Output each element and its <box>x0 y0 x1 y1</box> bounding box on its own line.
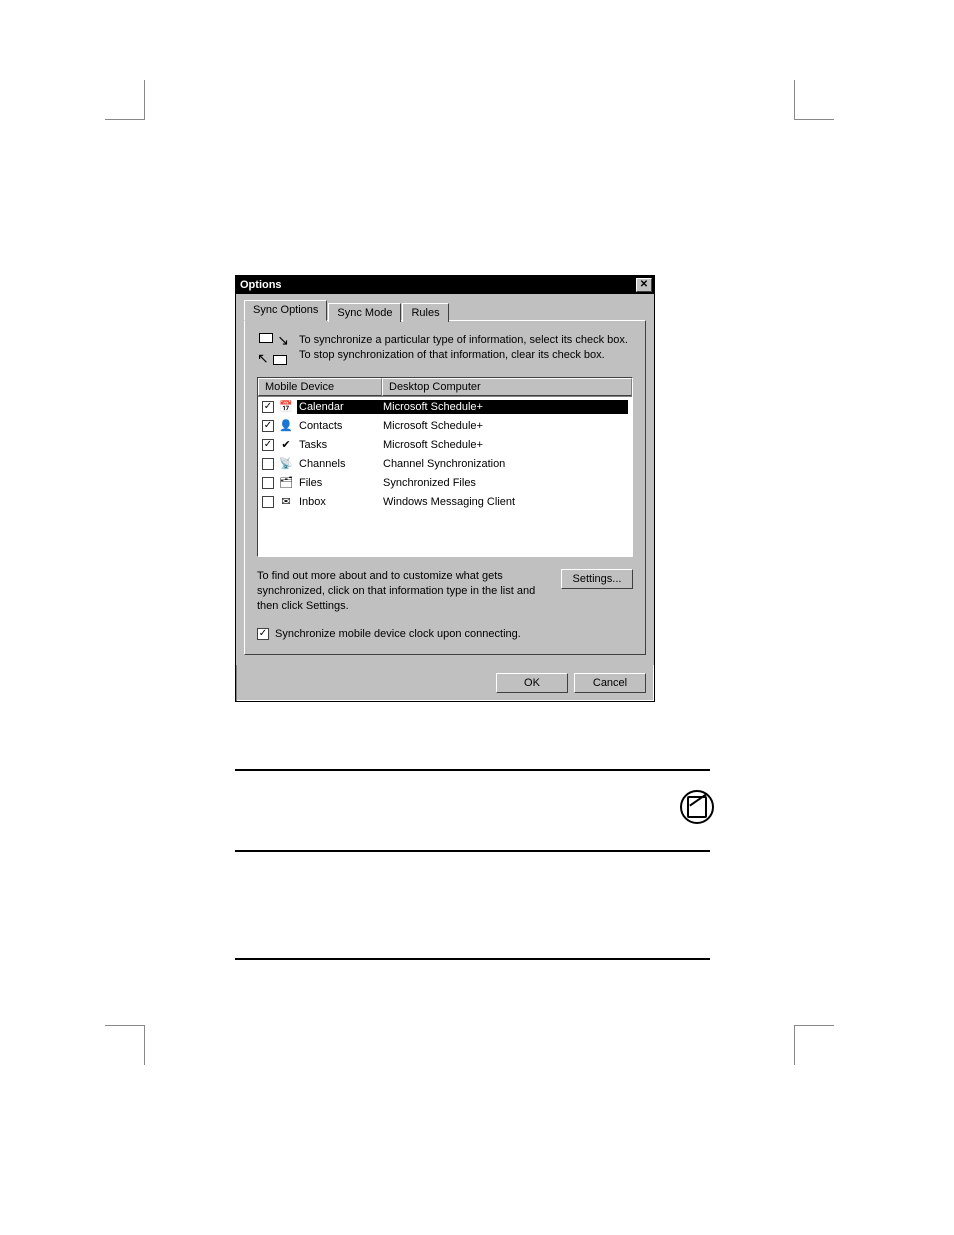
sync-icon: ↘ ↖ <box>257 333 289 365</box>
inbox-icon: ✉ <box>278 495 294 509</box>
item-checkbox[interactable] <box>262 401 274 413</box>
list-item[interactable]: 🗂FilesSynchronized Files <box>258 473 632 492</box>
col-desktop-computer[interactable]: Desktop Computer <box>382 378 632 396</box>
tab-rules[interactable]: Rules <box>402 303 448 322</box>
ok-button[interactable]: OK <box>496 673 568 693</box>
channels-icon: 📡 <box>278 457 294 471</box>
divider <box>235 769 710 771</box>
divider <box>235 850 710 852</box>
list-item[interactable]: ✉InboxWindows Messaging Client <box>258 492 632 511</box>
item-desktop-value: Microsoft Schedule+ <box>381 419 628 433</box>
files-icon: 🗂 <box>278 476 294 490</box>
crop-mark <box>794 80 834 120</box>
tab-panel-sync-options: ↘ ↖ To synchronize a particular type of … <box>244 320 646 655</box>
item-label: Channels <box>297 457 381 471</box>
crop-mark <box>105 80 145 120</box>
tab-sync-options[interactable]: Sync Options <box>244 300 327 321</box>
item-desktop-value: Synchronized Files <box>381 476 628 490</box>
item-label: Calendar <box>297 400 381 414</box>
contacts-icon: 👤 <box>278 419 294 433</box>
settings-help-text: To find out more about and to customize … <box>257 569 551 614</box>
item-desktop-value: Microsoft Schedule+ <box>381 400 628 414</box>
tab-sync-mode[interactable]: Sync Mode <box>328 303 401 322</box>
titlebar[interactable]: Options ✕ <box>236 276 654 294</box>
list-item[interactable]: 📅CalendarMicrosoft Schedule+ <box>258 397 632 416</box>
sync-listview[interactable]: Mobile Device Desktop Computer 📅Calendar… <box>257 377 633 557</box>
item-label: Tasks <box>297 438 381 452</box>
col-mobile-device[interactable]: Mobile Device <box>258 378 382 396</box>
item-label: Files <box>297 476 381 490</box>
item-label: Inbox <box>297 495 381 509</box>
item-checkbox[interactable] <box>262 458 274 470</box>
tab-strip: Sync Options Sync Mode Rules <box>244 300 646 321</box>
item-checkbox[interactable] <box>262 496 274 508</box>
item-desktop-value: Microsoft Schedule+ <box>381 438 628 452</box>
window-title: Options <box>240 279 282 291</box>
list-item[interactable]: 📡ChannelsChannel Synchronization <box>258 454 632 473</box>
crop-mark <box>794 1025 834 1065</box>
item-label: Contacts <box>297 419 381 433</box>
sync-clock-label: Synchronize mobile device clock upon con… <box>275 628 521 640</box>
instructions-text: To synchronize a particular type of info… <box>299 333 633 365</box>
sync-clock-checkbox[interactable] <box>257 628 269 640</box>
item-checkbox[interactable] <box>262 420 274 432</box>
list-item[interactable]: 👤ContactsMicrosoft Schedule+ <box>258 416 632 435</box>
close-icon[interactable]: ✕ <box>636 278 652 292</box>
settings-button[interactable]: Settings... <box>561 569 633 589</box>
item-checkbox[interactable] <box>262 439 274 451</box>
list-item[interactable]: ✔TasksMicrosoft Schedule+ <box>258 435 632 454</box>
options-dialog: Options ✕ Sync Options Sync Mode Rules ↘… <box>235 275 655 702</box>
item-desktop-value: Windows Messaging Client <box>381 495 628 509</box>
listview-header: Mobile Device Desktop Computer <box>258 378 632 397</box>
crop-mark <box>105 1025 145 1065</box>
item-checkbox[interactable] <box>262 477 274 489</box>
tasks-icon: ✔ <box>278 438 294 452</box>
divider <box>235 958 710 960</box>
note-icon <box>680 790 714 824</box>
cancel-button[interactable]: Cancel <box>574 673 646 693</box>
calendar-icon: 📅 <box>278 400 294 414</box>
item-desktop-value: Channel Synchronization <box>381 457 628 471</box>
